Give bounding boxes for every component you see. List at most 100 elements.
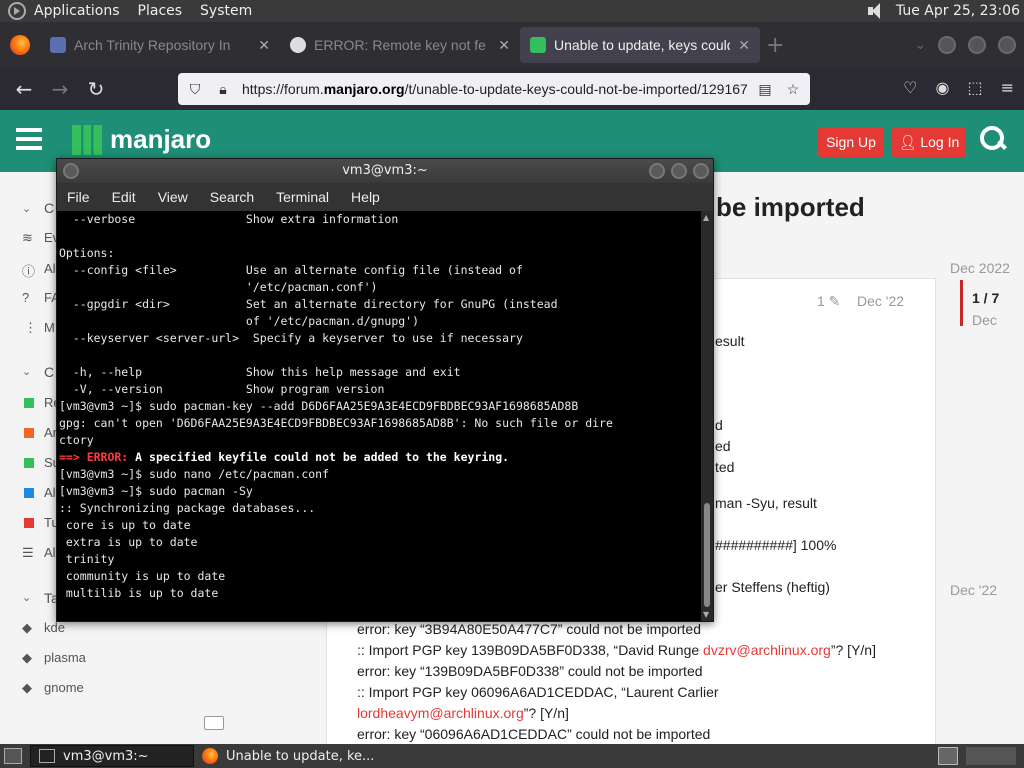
search-icon[interactable] [980, 126, 1006, 152]
sidebar-tag[interactable]: kde [44, 620, 65, 635]
terminal-menu-view[interactable]: View [158, 189, 188, 205]
category-color-icon [24, 398, 34, 408]
post-text: er Steffens (heftig) [715, 579, 830, 595]
window-menu-icon[interactable] [63, 163, 79, 179]
show-desktop-icon[interactable] [4, 748, 22, 764]
extensions-icon[interactable]: ⬚ [967, 78, 982, 97]
keyboard-icon[interactable] [204, 716, 224, 730]
topic-title: be imported [716, 192, 865, 222]
terminal-menu-terminal[interactable]: Terminal [276, 189, 329, 205]
info-icon: ⓘ [22, 264, 36, 279]
sidebar-category[interactable]: Al [44, 485, 56, 500]
log-in-button[interactable]: 👤︎ Log In [892, 127, 966, 157]
sign-up-button[interactable]: Sign Up [818, 127, 884, 157]
post-edit-count[interactable]: 1 ✎ [817, 293, 840, 310]
tag-icon: ◆ [22, 650, 32, 665]
chevron-down-icon[interactable]: ⌄ [22, 365, 31, 378]
terminal-titlebar[interactable]: vm3@vm3:~ [57, 159, 713, 183]
taskbar-item-label: Unable to update, ke... [226, 748, 375, 764]
volume-icon[interactable] [866, 3, 888, 19]
maximize-window-icon[interactable] [968, 36, 986, 54]
bookmark-star-icon[interactable]: ☆ [782, 81, 804, 98]
post-text: :: Import PGP key 06096A6AD1CEDDAC, “Lau… [357, 684, 719, 700]
url-text[interactable]: https://forum.manjaro.org/t/unable-to-up… [242, 81, 748, 97]
terminal-menu-edit[interactable]: Edit [112, 189, 136, 205]
chevron-down-icon[interactable]: ⌄ [22, 202, 31, 215]
scroll-up-icon[interactable]: ▲ [703, 213, 709, 222]
terminal-line: --keyserver <server-url> Specify a keyse… [59, 331, 523, 345]
terminal-menu-search[interactable]: Search [210, 189, 254, 205]
hamburger-menu-icon[interactable] [16, 128, 42, 150]
terminal-window[interactable]: vm3@vm3:~ File Edit View Search Terminal… [56, 158, 714, 622]
close-tab-icon[interactable]: ✕ [738, 37, 750, 54]
pocket-icon[interactable]: ♡ [903, 78, 917, 97]
taskbar-item-firefox[interactable]: Unable to update, ke... [194, 745, 384, 767]
close-window-icon[interactable] [693, 163, 709, 179]
email-link[interactable]: dvzrv@archlinux.org [703, 642, 831, 658]
taskbar-item-label: vm3@vm3:~ [63, 748, 149, 764]
post-text: error: key “06096A6AD1CEDDAC” could not … [357, 726, 711, 742]
sidebar-section-title[interactable]: C [44, 364, 54, 380]
category-color-icon [24, 488, 34, 498]
post-text: ed [715, 438, 731, 454]
menu-system[interactable]: System [200, 3, 252, 19]
shield-icon[interactable]: ⛉ [184, 81, 206, 98]
back-icon[interactable]: ← [6, 77, 42, 101]
sidebar-tag[interactable]: plasma [44, 650, 86, 665]
terminal-output[interactable]: --verbose Show extra information Options… [57, 211, 701, 621]
new-tab-icon[interactable]: + [766, 33, 784, 58]
url-bar[interactable]: ⛉ 🔒︎ https://forum.manjaro.org/t/unable-… [178, 73, 810, 105]
account-icon[interactable]: ◉ [936, 78, 950, 97]
chevron-down-icon[interactable]: ⌄ [22, 591, 31, 604]
sidebar-category[interactable]: Al [44, 545, 56, 560]
terminal-line: ==> ERROR: A specified keyfile could not… [59, 449, 701, 466]
distro-logo-icon[interactable] [8, 2, 26, 20]
close-window-icon[interactable] [998, 36, 1016, 54]
terminal-line: :: Synchronizing package databases... [59, 501, 316, 515]
sidebar-section-title[interactable]: C [44, 200, 54, 216]
minimize-window-icon[interactable] [649, 163, 665, 179]
more-icon: ⋮ [24, 320, 37, 335]
firefox-icon[interactable] [10, 35, 30, 55]
terminal-scrollbar[interactable]: ▲ ▼ [701, 211, 713, 621]
close-tab-icon[interactable]: ✕ [258, 37, 270, 54]
taskbar-item-terminal[interactable]: vm3@vm3:~ [30, 745, 194, 767]
post-date[interactable]: Dec '22 [857, 293, 904, 309]
close-tab-icon[interactable]: ✕ [498, 37, 510, 54]
workspace-switcher[interactable] [966, 747, 1016, 765]
terminal-line: --config <file> Use an alternate config … [59, 263, 523, 277]
forward-icon[interactable]: → [42, 77, 78, 101]
site-favicon-icon [50, 37, 66, 53]
scroll-down-icon[interactable]: ▼ [703, 610, 709, 619]
sidebar-tag[interactable]: gnome [44, 680, 84, 695]
sidebar-item[interactable]: M [44, 320, 55, 335]
post-text: lordheavym@archlinux.org”? [Y/n] [357, 705, 569, 721]
timeline-position[interactable]: 1 / 7 [972, 290, 999, 306]
timeline-start-date[interactable]: Dec 2022 [950, 260, 1010, 276]
clock[interactable]: Tue Apr 25, 23:06 [896, 3, 1020, 19]
lock-icon[interactable]: 🔒︎ [212, 81, 234, 98]
maximize-window-icon[interactable] [671, 163, 687, 179]
manjaro-logo[interactable]: manjaro [72, 124, 211, 155]
sidebar-item[interactable]: Al [44, 261, 56, 276]
email-link[interactable]: lordheavym@archlinux.org [357, 705, 524, 721]
workspace-switcher-icon[interactable] [938, 747, 958, 765]
terminal-menu-help[interactable]: Help [351, 189, 380, 205]
reload-icon[interactable]: ↻ [78, 77, 114, 101]
minimize-window-icon[interactable] [938, 36, 956, 54]
tab-list-icon[interactable]: ⌄ [914, 37, 926, 53]
menu-icon[interactable]: ≡ [1001, 78, 1014, 97]
reader-view-icon[interactable]: ▤ [754, 81, 776, 98]
menu-applications[interactable]: Applications [34, 3, 120, 19]
terminal-menu-file[interactable]: File [67, 189, 90, 205]
post-text: ted [715, 459, 735, 475]
timeline-end-date[interactable]: Dec '22 [950, 582, 997, 598]
timeline-handle[interactable] [960, 280, 963, 326]
manjaro-logo-icon [72, 124, 102, 155]
scrollbar-thumb[interactable] [704, 503, 710, 607]
menu-places[interactable]: Places [138, 3, 183, 19]
list-icon: ☰ [22, 545, 34, 560]
tab-remote-key-error[interactable]: ERROR: Remote key not fe ✕ [280, 27, 520, 63]
tab-arch-trinity[interactable]: Arch Trinity Repository In ✕ [40, 27, 280, 63]
tab-unable-to-update[interactable]: Unable to update, keys could ✕ [520, 27, 760, 63]
